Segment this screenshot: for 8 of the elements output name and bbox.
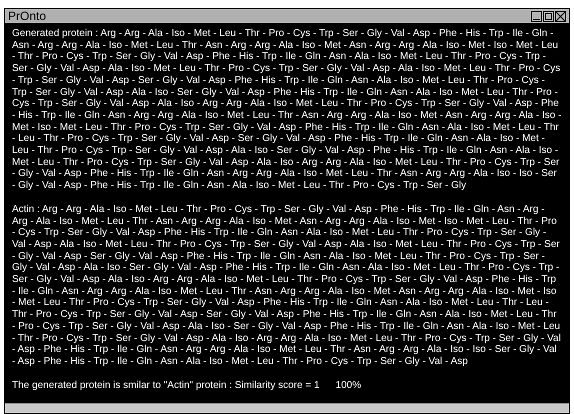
generated-protein-sequence: Generated protein : Arg - Arg - Ala - Iso - Met - Leu - Thr - Pro - Cys - Trp - Ser - Gly - Val - Asp - Phe - His - Trp - Ile - Gln - Asn - Arg - Arg - Ala - Iso - Met - Leu - Thr - Asn - Arg - Arg - Ala - Iso - Met - Asn - Arg - Arg - Ala - Iso - Met - Iso - Met - Leu - Thr - Pro - Cys - Trp - Ser - Gly - Val - Asp - Phe - His - Trp - Ile - Gln - Asn - Ala - Iso - Met - Leu - Thr - Pro - Cys - Trp - Ser - Gly - Val - Asp - Ala - Iso - Met - Leu - Thr - Pro - Cys - Trp - Ser - Gly - Val - Asp - Ala - Iso - Met - Leu - Thr - Pro - Cys - Trp - Ser - Gly - Val - Asp - Ser - Gly - Val - Asp - Phe - His - Trp - Ile - Gln - Asn - Ala - Iso - Met - Leu - Thr - Pro - Cys - Trp - Ser - Gly - Val - Asp - Ala - Iso - Ser - Gly - Val - Asp - Phe - His - Trp - Ile - Gln - Asn - Ala - Iso - Met - Leu - Thr - Pro - Cys - Trp - Ser - Gly - Val - Asp - Ala - Iso - Arg - Arg - Ala - Iso - Met - Leu - Thr - Pro - Cys - Trp - Ser - Gly - Val - Asp - Phe - His - Trp - Ile - Gln - Asn - Arg - Arg - Ala - Iso - Met - Leu - Thr - Asn - Arg - Arg - Ala - Iso - Met - Asn - Arg - Arg - Ala - Iso - Met - Iso - Met - Leu - Thr - Pro - Cys - Trp - Ser - Gly - Val - Asp - Phe - His - Trp - Ile - Gln - Asn - Ala - Iso - Met - Leu - Thr - Leu - Thr - Pro - Cys - Trp - Ser - Gly - Val - Asp - Ser - Gly - Val - Asp - Phe - His - Trp - Ile - Gln - Asn - Ala - Iso - Met - Leu - Thr - Pro - Cys - Trp - Ser - Gly - Val - Asp - Ala - Iso - Ser - Gly - Val - Asp - Phe - His - Trp - Ile - Gln - Asn - Ala - Iso - Met - Leu - Thr - Pro - Cys - Trp - Ser - Gly - Val - Asp - Ala - Iso - Arg - Arg - Ala - Iso - Met - Leu - Thr - Pro - Cys - Trp - Ser - Gly - Val - Asp - Phe - His - Trp - Ile - Gln - Asn - Arg - Arg - Ala - Iso - Met - Leu - Thr - Asn - Arg - Arg - Ala - Iso - Iso - Ser - Gly - Val - Asp - Phe - His - Trp - Ile - Gln - Asn - Ala - Iso - Met - Leu - Thr - Pro - Cys - Trp - Ser - Gly [12,28,562,192]
window-title: PrOnto [8,9,46,23]
maximize-icon[interactable] [543,10,554,22]
minimize-icon[interactable] [531,10,542,22]
close-icon[interactable] [555,10,566,22]
similarity-percentage: 100% [336,380,362,392]
similarity-message: The generated protein is smilar to "Actin" protein : Similarity score = 1 [12,380,320,392]
actin-sequence: Actin : Arg - Arg - Ala - Iso - Met - Leu - Thr - Pro - Cys - Trp - Ser - Gly - Val - Asp - Phe - His - Trp - Ile - Gln - Asn - Arg - Arg - Ala - Iso - Met - Leu - Thr - Asn - Arg - Arg - Ala - Iso - Met - Asn - Arg - Arg - Ala - Iso - Met - Iso - Met - Leu - Thr - Pro - Cys - Trp - Ser - Gly - Val - Asp - Phe - His - Trp - Ile - Gln - Asn - Ala - Iso - Met - Leu - Thr - Pro - Cys - Trp - Ser - Gly - Val - Asp - Ala - Iso - Met - Leu - Thr - Pro - Cys - Trp - Ser - Gly - Val - Asp - Ala - Iso - Met - Leu - Thr - Pro - Cys - Trp - Ser - Gly - Val - Asp - Ser - Gly - Val - Asp - Phe - His - Trp - Ile - Gln - Asn - Ala - Iso - Met - Leu - Thr - Pro - Cys - Trp - Ser - Gly - Val - Asp - Ala - Iso - Ser - Gly - Val - Asp - Phe - His - Trp - Ile - Gln - Asn - Ala - Iso - Met - Leu - Thr - Pro - Cys - Trp - Ser - Gly - Val - Asp - Ala - Iso - Arg - Arg - Ala - Iso - Met - Leu - Thr - Pro - Cys - Trp - Ser - Gly - Val - Asp - Phe - His - Trp - Ile - Gln - Asn - Arg - Arg - Ala - Iso - Met - Leu - Thr - Asn - Arg - Arg - Ala - Iso - Met - Asn - Arg - Arg - Ala - Iso - Met - Iso - Met - Leu - Thr - Pro - Cys - Trp - Ser - Gly - Val - Asp - Phe - His - Trp - Ile - Gln - Asn - Ala - Iso - Met - Leu - Thr - Leu - Thr - Pro - Cys - Trp - Ser - Gly - Val - Asp - Ser - Gly - Val - Asp - Phe - His - Trp - Ile - Gln - Asn - Ala - Iso - Met - Leu - Thr - Pro - Cys - Trp - Ser - Gly - Val - Asp - Ala - Iso - Ser - Gly - Val - Asp - Phe - His - Trp - Ile - Gln - Asn - Ala - Iso - Met - Leu - Thr - Pro - Cys - Trp - Ser - Gly - Val - Asp - Ala - Iso - Arg - Arg - Ala - Iso - Met - Leu - Thr - Pro - Cys - Trp - Ser - Gly - Val - Asp - Phe - His - Trp - Ile - Gln - Asn - Arg - Arg - Ala - Iso - Met - Leu - Thr - Asn - Arg - Arg - Ala - Iso - Iso - Ser - Gly - Val - Asp - Phe - His - Trp - Ile - Gln - Asn - Ala - Iso - Met - Leu - Thr - Pro - Cys - Trp - Ser - Gly - Val - Asp [12,204,562,368]
